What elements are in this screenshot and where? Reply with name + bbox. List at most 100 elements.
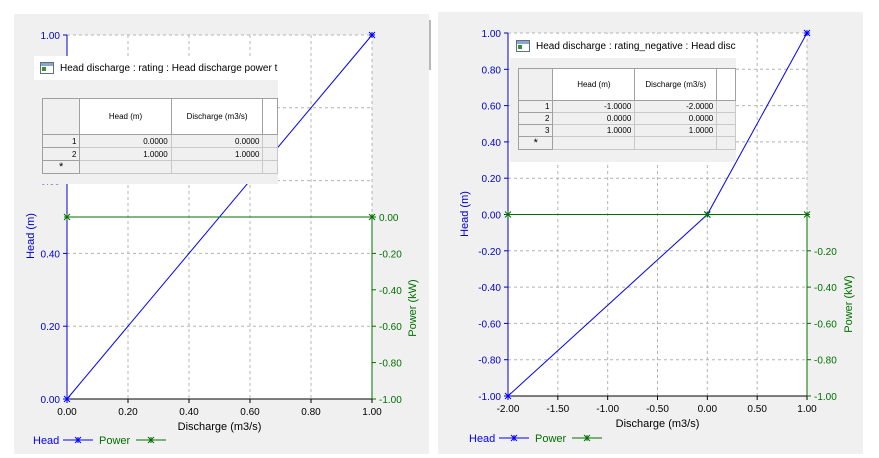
y-tick-label: 0.00 [482,211,502,222]
new-row-cell[interactable] [170,160,264,174]
y2-tick-label: -0.20 [814,247,837,258]
data-point-power [803,211,811,218]
cell-head[interactable]: 1.0000 [552,124,636,137]
x-axis-label: Discharge (m3/s) [616,418,700,430]
column-header-head[interactable]: Head (m) [552,68,636,101]
new-row-cell[interactable] [79,160,172,174]
y2-tick-label: -1.00 [379,395,402,406]
y-tick-label: 0.20 [41,322,61,333]
table-window-rating-negative[interactable]: Head discharge : rating_negative : Head … [510,34,736,162]
chart-panel-rating-negative: -2.00 -1.50 -1.00 -0.50 0.00 0.50 1.00 -1.00 -0.… [438,12,863,454]
window-divider [429,20,431,70]
legend-label-power: Power [535,433,567,445]
table-window-title-bar[interactable]: Head discharge : rating : Head discharge… [34,56,278,80]
data-point-head [63,395,71,403]
x-tick-label: 0.40 [179,407,199,418]
cell-discharge[interactable]: 1.0000 [634,124,718,137]
y2-tick-label: 0.00 [379,213,399,224]
data-table-rating[interactable]: Head (m) Discharge (m3/s) 1 0.0000 0.000… [41,98,278,174]
y2-axis-label: Power (kW) [407,279,419,336]
x-tick-label: 0.50 [747,404,767,415]
table-window-title: Head discharge : rating : Head discharge… [60,62,278,74]
new-row-cell[interactable] [634,136,718,150]
y-tick-label: -1.00 [478,392,501,403]
table-window-title: Head discharge : rating_negative : Head … [536,40,736,52]
cell-empty [262,134,278,148]
data-point-power [368,213,376,221]
cell-head[interactable]: -1.0000 [552,100,636,113]
column-header-empty [262,98,278,135]
y2-tick-label: -1.00 [814,392,837,403]
row-index[interactable]: 2 [517,112,554,125]
y2-tick-label: -0.40 [814,283,837,294]
y2-tick-label: -0.20 [379,249,402,260]
y-tick-label: -0.20 [478,247,501,258]
column-header-head[interactable]: Head (m) [79,98,172,135]
legend-label-power: Power [99,435,131,447]
data-point-head [368,31,376,39]
x-tick-label: 0.20 [118,407,138,418]
y-tick-label: 0.00 [41,395,61,406]
column-header-discharge[interactable]: Discharge (m3/s) [170,98,264,135]
cell-discharge[interactable]: 0.0000 [634,112,718,125]
y-axis-label: Head (m) [459,191,471,237]
y-tick-label: 1.00 [41,31,61,42]
data-point-power [63,213,71,221]
cell-head[interactable]: 1.0000 [79,147,172,161]
x-tick-label: -0.50 [646,404,669,415]
cell-head[interactable]: 0.0000 [552,112,636,125]
legend-label-head: Head [469,433,495,445]
legend-marker-power [147,436,155,444]
cell-discharge[interactable]: 0.0000 [170,134,264,148]
y-tick-label: -0.60 [478,319,501,330]
x-axis-label: Discharge (m3/s) [178,421,262,433]
data-table-rating-negative[interactable]: Head (m) Discharge (m3/s) 1 -1.0000 -2.0… [517,68,736,150]
x-tick-label: 0.60 [240,407,260,418]
cell-discharge[interactable]: -2.0000 [634,100,718,113]
cell-empty [716,100,736,113]
x-tick-label: -1.00 [596,404,619,415]
y-tick-label: 0.80 [482,65,502,76]
table-corner-header [41,98,81,135]
y2-tick-label: -0.60 [814,319,837,330]
data-point-head [803,29,811,37]
table-window-rating[interactable]: Head discharge : rating : Head discharge… [34,56,278,184]
chart-panel-rating: 0.000.200.400.600.801.000.000.200.400.60… [14,14,429,454]
column-header-discharge[interactable]: Discharge (m3/s) [634,68,718,101]
y-tick-label: -0.40 [478,283,501,294]
y-tick-label: 0.40 [41,249,61,260]
legend-marker-head [510,434,518,442]
cell-discharge[interactable]: 1.0000 [170,147,264,161]
legend-marker-head [74,436,82,444]
data-point-power [504,211,512,218]
new-row-marker[interactable]: * [41,160,81,174]
cell-empty [716,136,736,150]
row-index[interactable]: 3 [517,124,554,137]
row-index[interactable]: 1 [41,134,81,148]
x-tick-label: 0.00 [698,404,718,415]
x-tick-label: 0.80 [301,407,321,418]
x-tick-label: -2.00 [497,404,520,415]
x-tick-label: 1.00 [362,407,382,418]
table-window-title-bar[interactable]: Head discharge : rating_negative : Head … [510,34,736,58]
y-tick-label: -0.80 [478,356,501,367]
y-tick-label: 0.20 [482,174,502,185]
cell-head[interactable]: 0.0000 [79,134,172,148]
table-window-icon [40,62,54,74]
data-point-power [703,211,711,218]
new-row-cell[interactable] [552,136,636,150]
row-index[interactable]: 2 [41,147,81,161]
legend-marker-power [583,434,591,442]
row-index[interactable]: 1 [517,100,554,113]
y-tick-label: 0.40 [482,138,502,149]
data-point-head [504,392,512,400]
y2-tick-label: -0.60 [379,322,402,333]
x-tick-label: -1.50 [546,404,569,415]
y2-axis-label: Power (kW) [843,275,855,332]
y-tick-label: 1.00 [482,29,502,40]
table-corner-header [517,68,554,101]
new-row-marker[interactable]: * [517,136,554,150]
y2-tick-label: -0.40 [379,286,402,297]
y-tick-label: 0.60 [482,102,502,113]
y2-tick-label: -0.80 [379,359,402,370]
